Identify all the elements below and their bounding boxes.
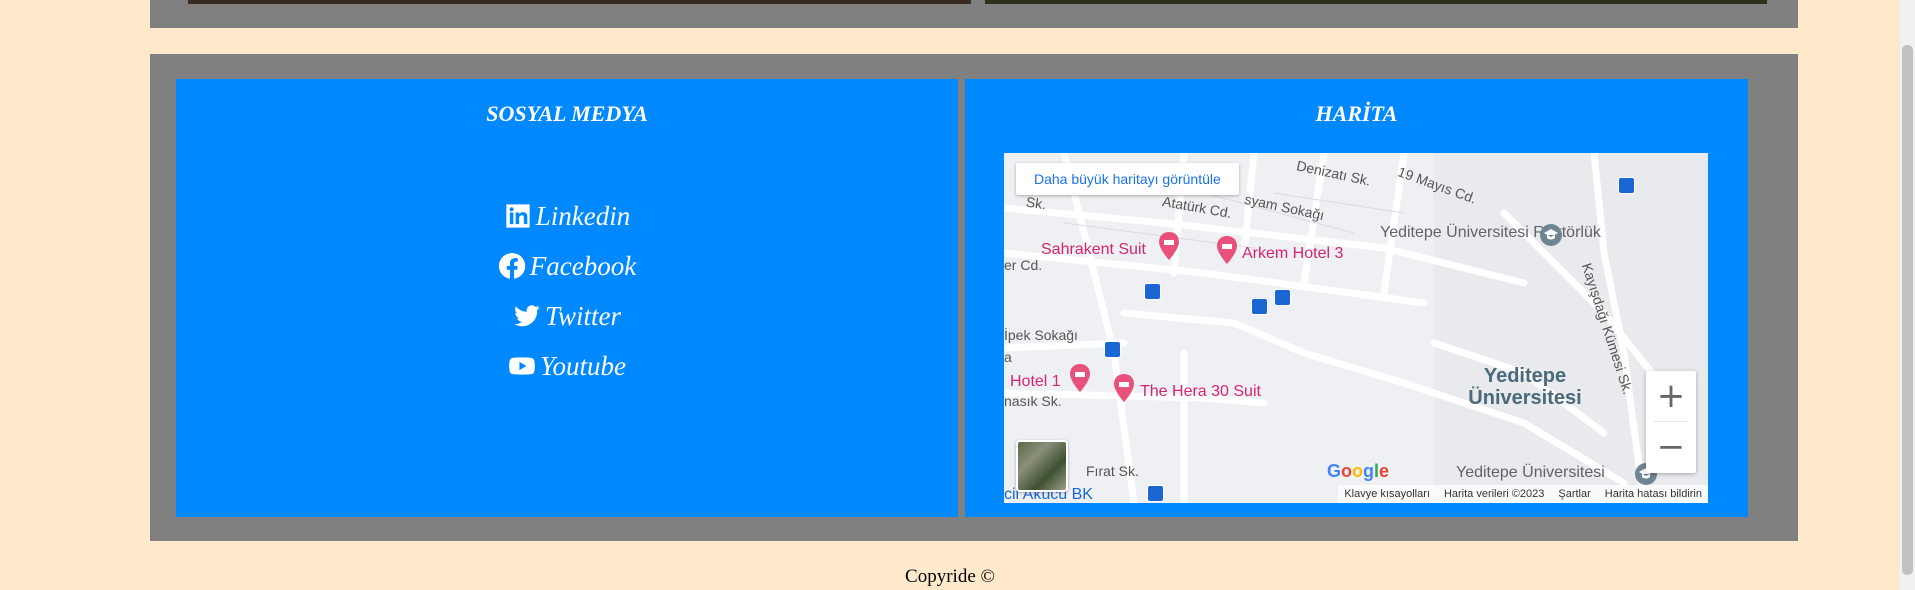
map-data-text: Harita verileri ©2023 xyxy=(1443,488,1545,500)
bus-stop-icon[interactable] xyxy=(1251,298,1268,315)
youtube-label: Youtube xyxy=(539,350,627,381)
zoom-in-button[interactable]: + xyxy=(1646,371,1696,421)
place-arkem-hotel-3[interactable]: Arkem Hotel 3 xyxy=(1242,245,1343,263)
hotel-pin-icon[interactable] xyxy=(1068,363,1092,393)
map-label-cd: er Cd. xyxy=(1004,257,1043,273)
map-zoom-controls: + − xyxy=(1646,371,1696,473)
gallery-image-left xyxy=(188,0,971,4)
scrollbar-thumb[interactable] xyxy=(1902,45,1913,575)
zoom-out-button[interactable]: − xyxy=(1646,422,1696,472)
place-sahrakent-suit[interactable]: Sahrakent Suit xyxy=(1041,241,1146,259)
facebook-icon xyxy=(498,253,526,279)
map-label-yeditepe-universitesi[interactable]: Yeditepe Üniversitesi xyxy=(1460,365,1590,409)
gallery-section-bottom xyxy=(150,0,1798,28)
linkedin-label: Linkedin xyxy=(535,200,631,231)
linkedin-icon xyxy=(506,204,530,228)
report-map-error-link[interactable]: Harita hatası bildirin xyxy=(1605,488,1702,500)
view-larger-map-button[interactable]: Daha büyük haritayı görüntüle xyxy=(1016,163,1239,195)
youtube-link[interactable]: Youtube xyxy=(176,341,958,391)
hotel-pin-icon[interactable] xyxy=(1112,373,1136,403)
twitter-link[interactable]: Twitter xyxy=(176,291,958,341)
gallery-image-right xyxy=(985,0,1767,4)
google-logo: Google xyxy=(1327,461,1390,481)
social-media-title: SOSYAL MEDYA xyxy=(486,101,648,126)
hotel-pin-icon[interactable] xyxy=(1157,231,1181,261)
map-panel: HARİTA Denizatı Sk. 19 Mayıs Cd. Atatürk… xyxy=(965,79,1748,517)
embedded-map[interactable]: Denizatı Sk. 19 Mayıs Cd. Atatürk Cd. Sk… xyxy=(1004,153,1708,503)
facebook-label: Facebook xyxy=(529,250,637,281)
bus-stop-icon[interactable] xyxy=(1144,283,1161,300)
satellite-toggle-thumbnail[interactable] xyxy=(1016,440,1068,492)
bus-stop-icon[interactable] xyxy=(1147,485,1164,502)
map-label-nasik: nasık Sk. xyxy=(1004,393,1062,409)
hotel-pin-icon[interactable] xyxy=(1215,235,1239,265)
copyright-text: Copyride © xyxy=(905,566,995,587)
facebook-link[interactable]: Facebook xyxy=(176,241,958,291)
twitter-label: Twitter xyxy=(544,300,622,331)
bus-stop-icon[interactable] xyxy=(1618,177,1635,194)
social-media-panel: SOSYAL MEDYA Linkedin Facebook Twitter Y… xyxy=(176,79,958,517)
page-scrollbar[interactable] xyxy=(1900,0,1915,590)
map-label-a: a xyxy=(1004,349,1012,365)
bus-stop-icon[interactable] xyxy=(1274,289,1291,306)
map-title: HARİTA xyxy=(1315,101,1398,126)
terms-link[interactable]: Şartlar xyxy=(1558,488,1590,500)
university-icon[interactable] xyxy=(1539,223,1563,247)
map-label-firat: Fırat Sk. xyxy=(1086,463,1139,479)
linkedin-link[interactable]: Linkedin xyxy=(176,191,958,241)
map-label-ipek: İpek Sokağı xyxy=(1004,327,1078,343)
keyboard-shortcuts-link[interactable]: Klavye kısayolları xyxy=(1344,488,1430,500)
bus-stop-icon[interactable] xyxy=(1104,341,1121,358)
map-attribution-bar: Klavye kısayolları Harita verileri ©2023… xyxy=(1338,485,1708,503)
place-the-hera-30-suit[interactable]: The Hera 30 Suit xyxy=(1140,383,1261,401)
place-hotel-1[interactable]: Hotel 1 xyxy=(1010,373,1061,391)
map-label-yeditepe-2: Yeditepe Üniversitesi xyxy=(1456,464,1605,481)
twitter-icon xyxy=(514,305,540,327)
social-links-list: Linkedin Facebook Twitter Youtube xyxy=(176,191,958,391)
map-label-sk: Sk. xyxy=(1024,193,1048,213)
youtube-icon xyxy=(509,357,535,375)
